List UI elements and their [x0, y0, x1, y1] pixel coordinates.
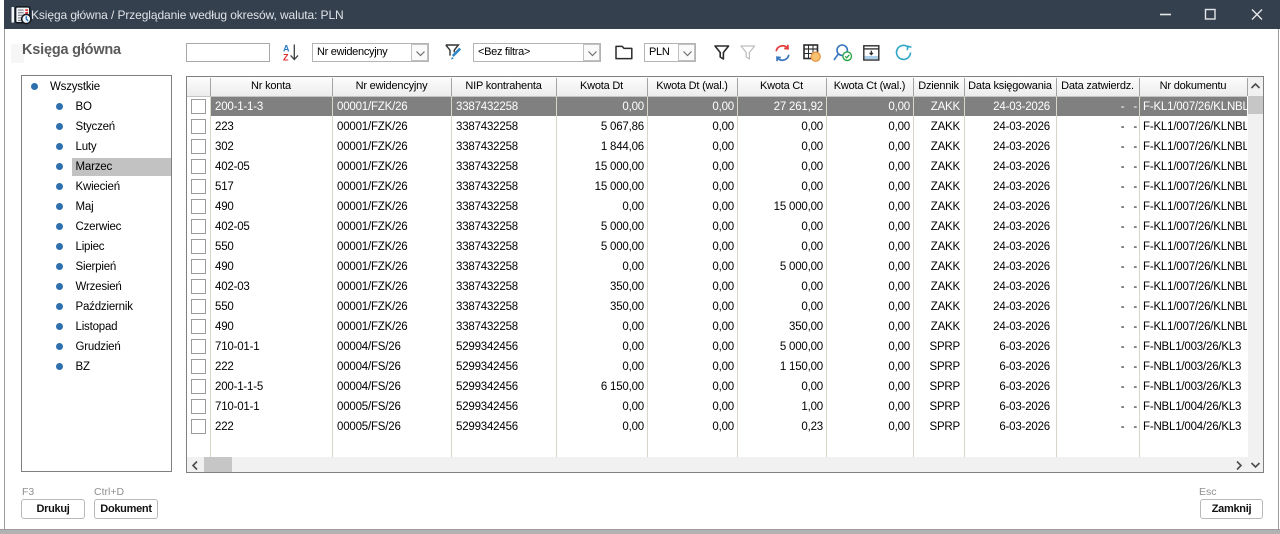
svg-text:Z: Z [283, 53, 289, 63]
